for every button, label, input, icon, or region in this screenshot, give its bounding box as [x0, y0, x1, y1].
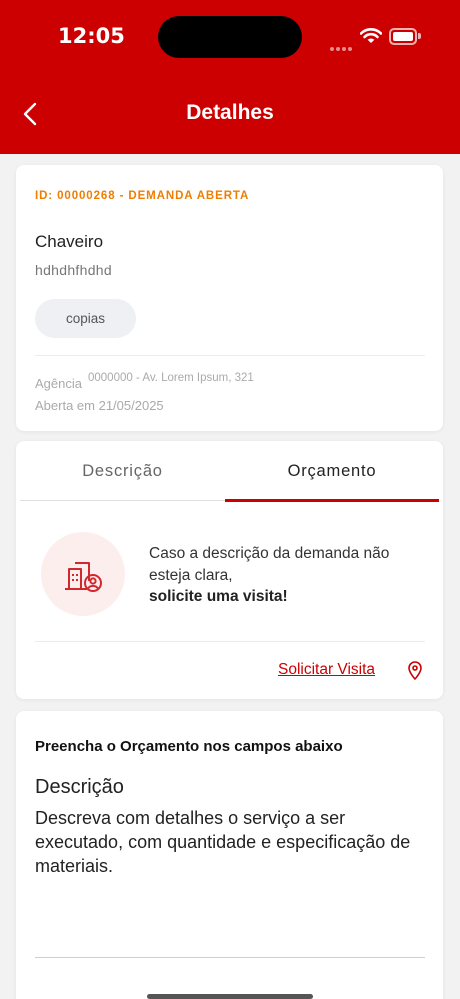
service-tag: copias	[35, 299, 136, 338]
form-heading: Preencha o Orçamento nos campos abaixo	[35, 738, 343, 755]
field-underline	[35, 957, 425, 958]
location-pin-icon[interactable]	[407, 660, 423, 680]
budget-form-card: Preencha o Orçamento nos campos abaixo D…	[16, 711, 443, 999]
status-time: 12:05	[58, 24, 125, 48]
home-indicator[interactable]	[147, 994, 313, 999]
divider	[35, 355, 425, 356]
tab-descricao[interactable]: Descrição	[20, 441, 225, 501]
visit-text-line3: solicite uma visita!	[149, 588, 288, 605]
cellular-signal-icon	[330, 38, 354, 56]
divider	[35, 641, 425, 642]
agency-label: Agência	[35, 376, 82, 391]
visit-text-line1: Caso a descrição da demanda não	[149, 545, 390, 562]
description-field-label: Descrição	[35, 776, 124, 798]
service-description: hdhdhfhdhd	[35, 262, 112, 278]
opened-date: Aberta em 21/05/2025	[35, 398, 164, 413]
dynamic-island	[158, 16, 302, 58]
tabs-card: Descrição Orçamento Caso a descrição da …	[16, 441, 443, 699]
wifi-icon	[360, 28, 382, 43]
description-field[interactable]: Descreva com detalhes o serviço a ser ex…	[35, 806, 425, 878]
app-header: 12:05 Detalhes	[0, 0, 460, 154]
page-title: Detalhes	[186, 101, 274, 124]
visit-icon-circle	[41, 532, 125, 616]
active-tab-indicator	[225, 499, 439, 502]
visit-text-line2: esteja clara,	[149, 567, 233, 584]
tab-orcamento[interactable]: Orçamento	[225, 441, 439, 501]
battery-icon	[389, 28, 421, 45]
demand-card: ID: 00000268 - DEMANDA ABERTA Chaveiro h…	[16, 165, 443, 431]
service-name: Chaveiro	[35, 232, 104, 251]
building-person-icon	[65, 562, 102, 592]
demand-id: ID: 00000268 - DEMANDA ABERTA	[35, 190, 250, 202]
request-visit-link[interactable]: Solicitar Visita	[278, 661, 375, 679]
agency-value: 0000000 - Av. Lorem Ipsum, 321	[88, 372, 254, 384]
